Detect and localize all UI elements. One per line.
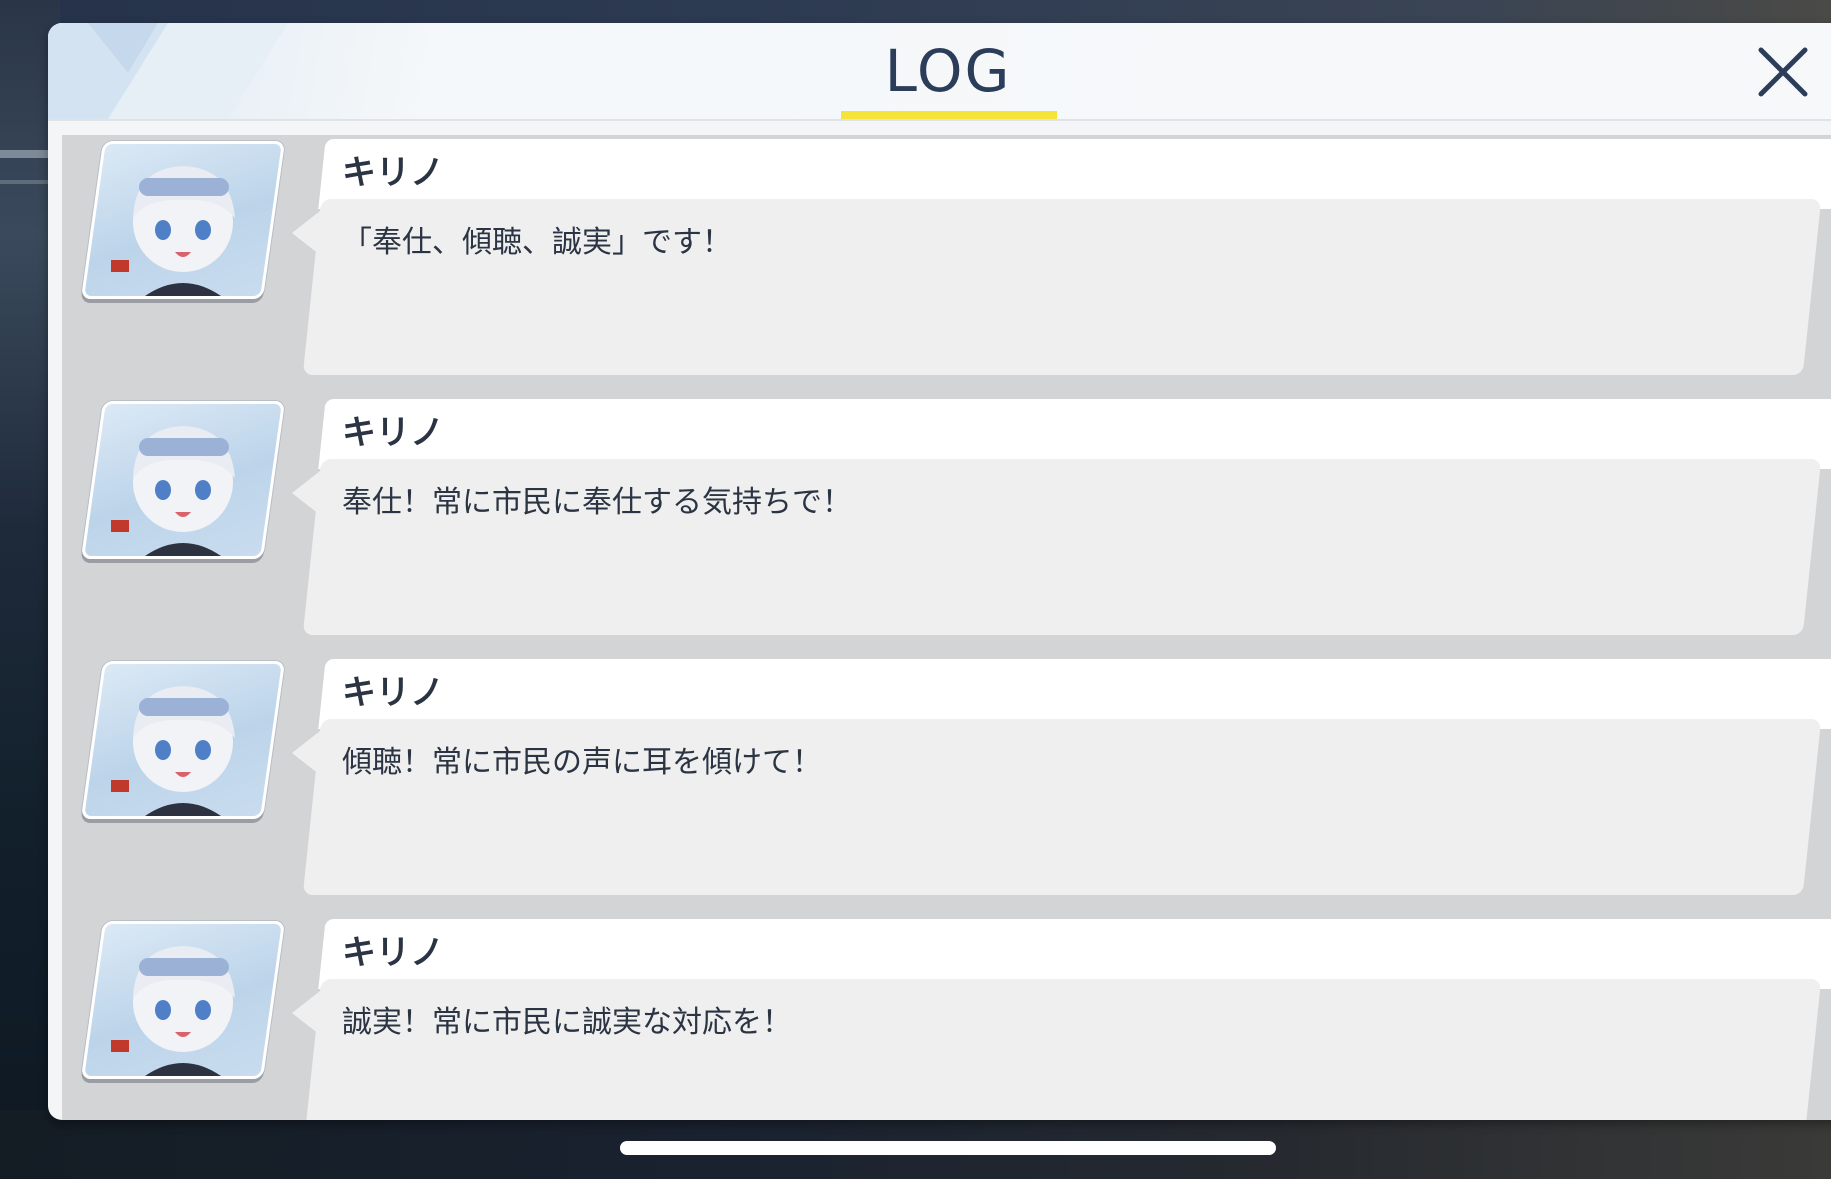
bubble-tail xyxy=(292,731,320,775)
message-text: 誠実！常に市民に誠実な対応を！ xyxy=(342,1005,792,1040)
log-list[interactable]: キリノ 「奉仕、傾聴、誠実」です！ キリノ 奉仕！常に市民に奉仕する気持ちで！ … xyxy=(62,135,1831,1120)
character-portrait-icon xyxy=(80,141,286,299)
character-portrait-icon xyxy=(80,921,286,1079)
close-icon xyxy=(1758,47,1808,97)
bubble-tail xyxy=(292,991,320,1035)
bubble-tail xyxy=(292,211,320,255)
log-entry: キリノ 「奉仕、傾聴、誠実」です！ xyxy=(62,135,1831,395)
title-underline xyxy=(841,111,1057,119)
message-text: 「奉仕、傾聴、誠実」です！ xyxy=(342,225,732,260)
speaker-name: キリノ xyxy=(342,673,444,713)
log-panel: LOG キリノ 「奉仕、傾聴、誠実」です！ キリノ 奉仕！常に市民に奉仕する気持… xyxy=(48,23,1831,1120)
close-button[interactable] xyxy=(1748,37,1818,107)
log-entry: キリノ 誠実！常に市民に誠実な対応を！ xyxy=(62,915,1831,1120)
message-text: 傾聴！常に市民の声に耳を傾けて！ xyxy=(342,745,822,780)
speaker-name: キリノ xyxy=(342,413,444,453)
log-entry: キリノ 奉仕！常に市民に奉仕する気持ちで！ xyxy=(62,395,1831,655)
background-top-strip xyxy=(0,0,1831,24)
page-title: LOG xyxy=(884,37,1012,105)
speaker-name: キリノ xyxy=(342,933,444,973)
speaker-name: キリノ xyxy=(342,153,444,193)
bubble-tail xyxy=(292,471,320,515)
character-portrait-icon xyxy=(80,401,286,559)
home-indicator[interactable] xyxy=(620,1141,1276,1155)
character-portrait-icon xyxy=(80,661,286,819)
message-text: 奉仕！常に市民に奉仕する気持ちで！ xyxy=(342,485,852,520)
log-entry: キリノ 傾聴！常に市民の声に耳を傾けて！ xyxy=(62,655,1831,915)
log-header: LOG xyxy=(48,23,1831,121)
